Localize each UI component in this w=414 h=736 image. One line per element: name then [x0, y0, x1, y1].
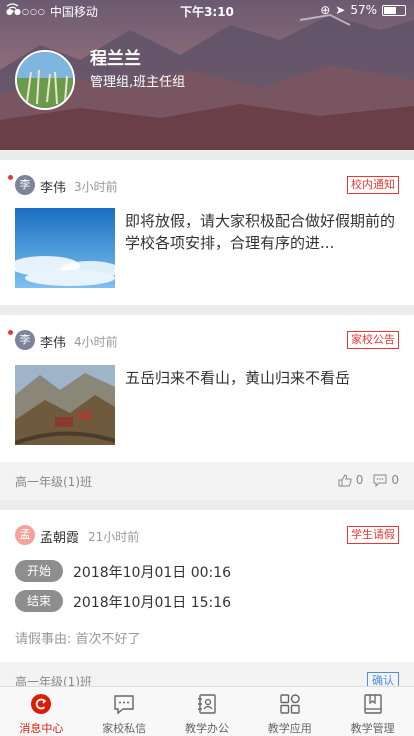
category-tag: 校内通知	[347, 176, 399, 194]
tab-teaching-management[interactable]: 教学管理	[331, 687, 414, 736]
end-datetime: 2018年10月01日 15:16	[73, 595, 232, 611]
category-tag: 家校公告	[347, 331, 399, 349]
post-thumbnail	[15, 208, 115, 288]
profile-header: ●●○○○ 中国移动 下午3:10 ⊕ ➤ 57% 程兰兰 管理组,班主任组	[0, 0, 414, 150]
status-bar: ●●○○○ 中国移动 下午3:10 ⊕ ➤ 57%	[0, 0, 414, 20]
user-role: 管理组,班主任组	[90, 75, 186, 90]
post-time: 4小时前	[74, 335, 118, 349]
location-icon: ➤	[335, 3, 346, 17]
author-name: 李伟	[40, 336, 67, 351]
post-card[interactable]: 李 李伟 4小时前 家校公告 五岳归来不看山，黄山归来不看岳 高一年级(1)班 …	[0, 315, 414, 500]
tab-private-messages[interactable]: 家校私信	[83, 687, 166, 736]
like-count: 0	[355, 473, 364, 487]
contacts-book-icon	[197, 694, 216, 714]
unread-dot	[8, 330, 13, 335]
tab-bar: 消息中心 家校私信 教学办公 教学应用 教学管理	[0, 686, 414, 736]
tab-label: 教学管理	[350, 722, 395, 735]
bookmark-book-icon	[363, 694, 382, 714]
unread-dot	[8, 175, 13, 180]
post-footer: 高一年级(1)班 0 0	[0, 462, 414, 500]
user-avatar[interactable]	[15, 50, 75, 110]
author-avatar: 孟	[15, 525, 35, 545]
tab-message-center[interactable]: 消息中心	[0, 687, 83, 736]
post-time: 3小时前	[74, 180, 118, 194]
start-datetime: 2018年10月01日 00:16	[73, 565, 232, 581]
post-text: 五岳归来不看山，黄山归来不看岳	[125, 369, 351, 387]
tab-label: 家校私信	[102, 722, 147, 735]
tab-teaching-apps[interactable]: 教学应用	[248, 687, 331, 736]
chat-bubble-icon	[114, 695, 134, 715]
tab-label: 教学办公	[184, 722, 229, 735]
tab-label: 教学应用	[267, 722, 312, 735]
post-time: 21小时前	[88, 530, 140, 544]
battery-percent: 57%	[350, 3, 377, 17]
apps-grid-icon	[280, 694, 300, 714]
post-text: 即将放假，请大家积极配合做好假期前的学校各项安排，合理有序的进...	[125, 212, 396, 252]
rotation-lock-icon: ⊕	[320, 3, 331, 17]
leave-request-card[interactable]: 孟 孟朝霞 21小时前 学生请假 开始 2018年10月01日 00:16 结束…	[0, 510, 414, 700]
user-name: 程兰兰	[90, 49, 141, 69]
comment-icon[interactable]	[373, 474, 387, 487]
tab-label: 消息中心	[19, 722, 64, 735]
author-name: 孟朝霞	[40, 531, 80, 546]
tab-teaching-office[interactable]: 教学办公	[166, 687, 249, 736]
leave-reason: 请假事由: 首次不好了	[15, 632, 141, 647]
category-tag: 学生请假	[347, 526, 399, 544]
like-icon[interactable]	[338, 473, 352, 487]
author-avatar: 李	[15, 330, 35, 350]
message-center-icon	[31, 694, 52, 714]
author-avatar: 李	[15, 175, 35, 195]
end-label: 结束	[15, 590, 63, 612]
post-thumbnail	[15, 365, 115, 445]
battery-icon	[382, 4, 406, 16]
author-name: 李伟	[40, 181, 67, 196]
post-card[interactable]: 李 李伟 3小时前 校内通知 即将放假，请大家积极配合做好假期前的学校各项安排，…	[0, 160, 414, 305]
class-label: 高一年级(1)班	[15, 475, 92, 489]
comment-count: 0	[391, 473, 399, 487]
start-label: 开始	[15, 560, 63, 582]
